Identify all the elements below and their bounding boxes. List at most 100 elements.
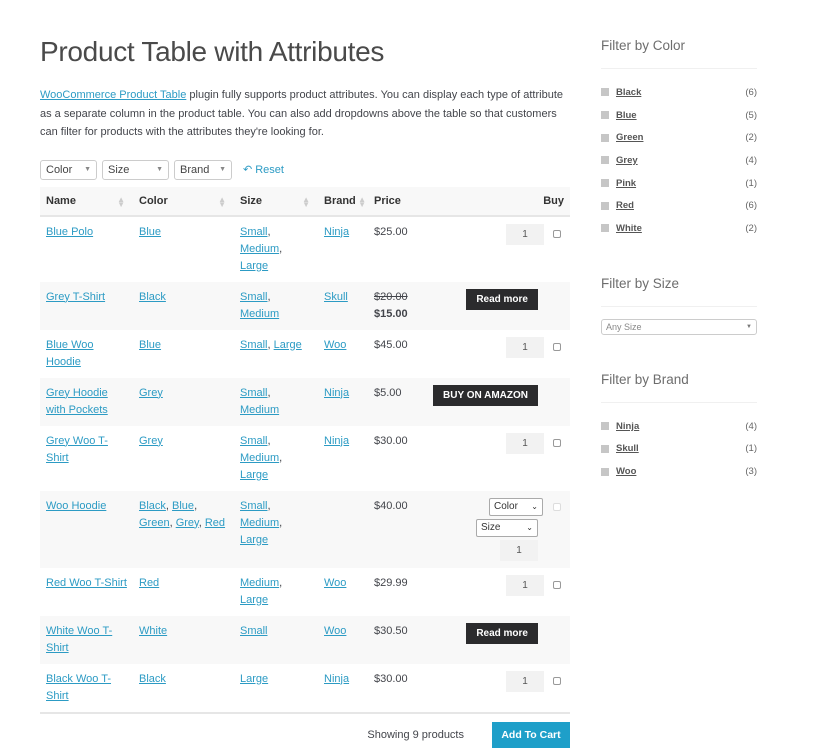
- add-to-cart-checkbox[interactable]: [553, 230, 561, 238]
- color-filter-item[interactable]: White (2): [601, 217, 757, 240]
- color-link[interactable]: Grey: [176, 517, 199, 529]
- size-link[interactable]: Medium: [240, 308, 279, 320]
- brand-filter-link[interactable]: Ninja: [616, 421, 745, 432]
- quantity-input[interactable]: 1: [506, 432, 544, 454]
- add-to-cart-checkbox[interactable]: [553, 581, 561, 589]
- add-to-cart-checkbox[interactable]: [553, 439, 561, 447]
- variation-color-select[interactable]: Color ⌄: [489, 497, 543, 516]
- brand-link[interactable]: Woo: [324, 577, 346, 589]
- brand-filter-link[interactable]: Woo: [616, 466, 745, 477]
- brand-link[interactable]: Ninja: [324, 226, 349, 238]
- color-link[interactable]: Blue: [172, 500, 194, 512]
- cell-size: Small, Medium: [234, 377, 318, 426]
- color-filter-item[interactable]: Black (6): [601, 81, 757, 104]
- quantity-input[interactable]: 1: [506, 223, 544, 245]
- size-link[interactable]: Large: [240, 594, 268, 606]
- color-link[interactable]: Red: [139, 577, 159, 589]
- brand-link[interactable]: Skull: [324, 291, 348, 303]
- size-link[interactable]: Small: [240, 435, 268, 447]
- size-link[interactable]: Medium: [240, 404, 279, 416]
- add-to-cart-button[interactable]: Add To Cart: [492, 721, 570, 748]
- brand-link[interactable]: Ninja: [324, 673, 349, 685]
- color-filter-link[interactable]: Green: [616, 132, 745, 143]
- color-link[interactable]: White: [139, 625, 167, 637]
- filter-color-select[interactable]: Color ▼: [40, 159, 97, 180]
- size-link[interactable]: Small: [240, 625, 268, 637]
- color-link[interactable]: Black: [139, 500, 166, 512]
- size-link[interactable]: Medium: [240, 517, 279, 529]
- filter-brand-select[interactable]: Brand ▼: [174, 159, 232, 180]
- add-to-cart-checkbox[interactable]: [553, 502, 561, 511]
- product-name-link[interactable]: White Woo T-Shirt: [46, 625, 112, 654]
- product-name-link[interactable]: Black Woo T-Shirt: [46, 673, 111, 702]
- color-filter-link[interactable]: Black: [616, 87, 745, 98]
- quantity-input[interactable]: 1: [506, 670, 544, 692]
- color-link[interactable]: Grey: [139, 387, 163, 399]
- size-filter-select[interactable]: Any Size ▼: [601, 318, 757, 335]
- size-link[interactable]: Medium: [240, 243, 279, 255]
- size-link[interactable]: Large: [240, 469, 268, 481]
- quantity-input[interactable]: 1: [506, 574, 544, 596]
- size-link[interactable]: Small: [240, 226, 268, 238]
- add-to-cart-checkbox[interactable]: [553, 343, 561, 351]
- column-header-price[interactable]: Price▲▼: [368, 186, 436, 217]
- product-name-link[interactable]: Blue Woo Hoodie: [46, 339, 94, 368]
- size-link[interactable]: Medium: [240, 452, 279, 464]
- color-filter-item[interactable]: Pink (1): [601, 172, 757, 195]
- color-filter-item[interactable]: Blue (5): [601, 104, 757, 127]
- color-link[interactable]: Black: [139, 673, 166, 685]
- column-header-name[interactable]: Name ▲ ▼: [40, 186, 133, 217]
- size-link[interactable]: Large: [240, 260, 268, 272]
- color-link[interactable]: Blue: [139, 339, 161, 351]
- product-name-link[interactable]: Grey T-Shirt: [46, 291, 105, 303]
- size-link[interactable]: Large: [240, 534, 268, 546]
- color-filter-item[interactable]: Red (6): [601, 194, 757, 217]
- brand-link[interactable]: Ninja: [324, 435, 349, 447]
- quantity-input[interactable]: 1: [500, 539, 538, 561]
- color-filter-link[interactable]: Pink: [616, 178, 745, 189]
- product-name-link[interactable]: Blue Polo: [46, 226, 93, 238]
- color-link[interactable]: Blue: [139, 226, 161, 238]
- size-link[interactable]: Small: [240, 339, 268, 351]
- variation-size-select[interactable]: Size ⌄: [476, 518, 538, 537]
- size-link[interactable]: Medium: [240, 577, 279, 589]
- size-link[interactable]: Large: [274, 339, 302, 351]
- color-link[interactable]: Black: [139, 291, 166, 303]
- color-link[interactable]: Green: [139, 517, 170, 529]
- brand-link[interactable]: Woo: [324, 339, 346, 351]
- product-name-link[interactable]: Grey Hoodie with Pockets: [46, 387, 108, 416]
- reset-button[interactable]: ↶ Reset: [243, 163, 284, 177]
- separator: ,: [279, 451, 283, 464]
- woocommerce-product-table-link[interactable]: WooCommerce Product Table: [40, 89, 186, 101]
- column-header-color[interactable]: Color ▲ ▼: [133, 186, 234, 217]
- buy-on-amazon-button[interactable]: BUY ON AMAZON: [433, 384, 538, 406]
- brand-filter-link[interactable]: Skull: [616, 443, 745, 454]
- column-header-brand[interactable]: Brand ▲ ▼: [318, 186, 368, 217]
- color-link[interactable]: Red: [205, 517, 225, 529]
- color-link[interactable]: Grey: [139, 435, 163, 447]
- brand-filter-item[interactable]: Woo (3): [601, 460, 757, 483]
- add-to-cart-checkbox[interactable]: [553, 677, 561, 685]
- color-filter-item[interactable]: Grey (4): [601, 149, 757, 172]
- color-filter-item[interactable]: Green (2): [601, 126, 757, 149]
- size-link[interactable]: Small: [240, 291, 268, 303]
- size-link[interactable]: Small: [240, 387, 268, 399]
- brand-link[interactable]: Ninja: [324, 387, 349, 399]
- color-filter-link[interactable]: Red: [616, 200, 745, 211]
- color-filter-link[interactable]: White: [616, 223, 745, 234]
- brand-filter-item[interactable]: Ninja (4): [601, 415, 757, 438]
- read-more-button[interactable]: Read more: [466, 288, 538, 310]
- product-name-link[interactable]: Woo Hoodie: [46, 500, 106, 512]
- read-more-button[interactable]: Read more: [466, 622, 538, 644]
- filter-size-select[interactable]: Size ▼: [102, 159, 169, 180]
- brand-filter-item[interactable]: Skull (1): [601, 438, 757, 461]
- size-link[interactable]: Large: [240, 673, 268, 685]
- product-name-link[interactable]: Grey Woo T-Shirt: [46, 435, 108, 464]
- color-filter-link[interactable]: Blue: [616, 110, 745, 121]
- color-filter-link[interactable]: Grey: [616, 155, 745, 166]
- size-link[interactable]: Small: [240, 500, 268, 512]
- column-header-size[interactable]: Size ▲ ▼: [234, 186, 318, 217]
- product-name-link[interactable]: Red Woo T-Shirt: [46, 577, 127, 589]
- quantity-input[interactable]: 1: [506, 336, 544, 358]
- brand-link[interactable]: Woo: [324, 625, 346, 637]
